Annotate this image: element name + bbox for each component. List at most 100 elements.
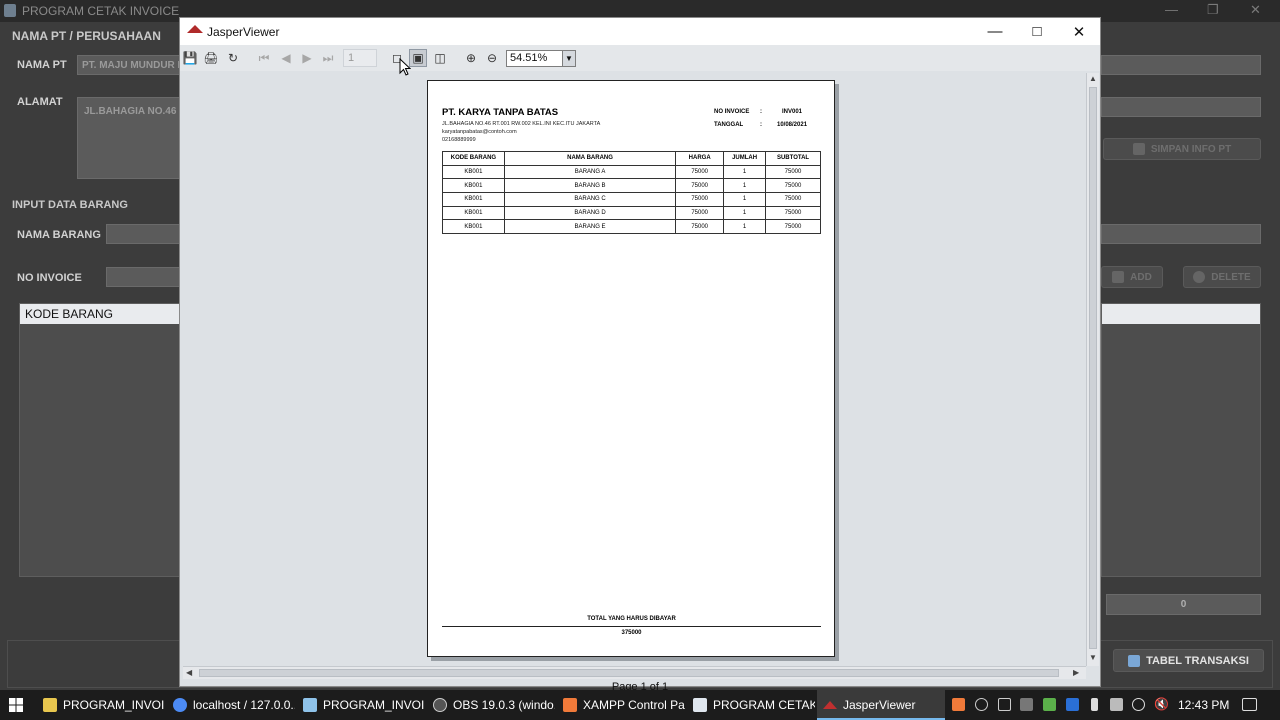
close-icon[interactable]: ✕ [1057,18,1101,45]
taskbar-item-jasperviewer[interactable]: JasperViewer [817,690,945,720]
taskbar-item-label: JasperViewer [843,698,916,712]
cell-name: BARANG E [503,219,677,235]
start-button[interactable] [0,690,32,720]
items-table-header-code[interactable]: KODE BARANG [20,304,179,324]
table-row: KB001 BARANG A 75000 1 75000 [442,164,821,180]
bg-restore-icon[interactable]: ❐ [1207,2,1219,18]
taskbar-item-xampp[interactable]: XAMPP Control Pa... [557,690,685,720]
next-page-icon[interactable]: ▶ [298,49,316,67]
taskbar-item-netbeans[interactable]: PROGRAM_INVOIC... [297,690,425,720]
cell-subtotal: 75000 [765,178,821,194]
bg-minimize-icon[interactable]: — [1165,2,1178,17]
delete-button[interactable]: DELETE [1183,266,1261,288]
company-name-input[interactable]: PT. MAJU MUNDUR K [77,55,180,75]
obs-tray-icon[interactable] [975,698,988,711]
folder-icon [43,698,57,712]
horizontal-scrollbar[interactable]: ◀ ▶ [183,666,1086,679]
cell-subtotal: 75000 [765,205,821,221]
add-button[interactable]: ADD [1101,266,1163,288]
page-number-input[interactable]: 1 [343,49,377,67]
nvidia-tray-icon[interactable] [1043,698,1056,711]
add-button-label: ADD [1130,271,1152,283]
table-row: KB001 BARANG C 75000 1 75000 [442,192,821,207]
xampp-tray-icon[interactable] [952,698,965,711]
battery-tray-icon[interactable] [1110,698,1123,711]
zoom-in-icon[interactable]: ⊕ [462,49,480,67]
report-company-address: JL.BAHAGIA NO.46 RT.001 RW.002 KEL.INI K… [442,121,601,127]
taskbar-item-label: PROGRAM CETAK I... [713,698,815,712]
col-header-qty: JUMLAH [723,151,767,166]
table-row: KB001 BARANG E 75000 1 75000 [442,219,821,235]
mouse-cursor-icon [399,58,411,76]
invoice-no-value: INV001 [782,109,803,115]
notifications-icon[interactable] [1242,698,1257,711]
fit-width-icon[interactable]: ◫ [431,49,449,67]
address-textarea[interactable]: JL.BAHAGIA NO.46 [77,97,180,179]
cell-code: KB001 [442,205,505,221]
cell-qty: 1 [723,205,767,221]
cell-price: 75000 [675,178,725,194]
total-field[interactable]: 0 [1106,594,1261,615]
netbeans-icon [303,698,317,712]
reload-icon[interactable]: ↻ [224,49,242,67]
vertical-scroll-thumb[interactable] [1089,87,1097,649]
taskbar-item-obs[interactable]: OBS 19.0.3 (windo... [427,690,555,720]
horizontal-scroll-thumb[interactable] [199,669,1059,677]
cell-code: KB001 [442,192,505,207]
viewer-toolbar [180,45,1100,71]
taskbar-item-program-invoice-folder[interactable]: PROGRAM_INVOICE [37,690,165,720]
cell-price: 75000 [675,164,725,180]
last-page-icon[interactable]: ⏭ [319,49,337,67]
invoice-no-input[interactable] [106,267,180,287]
network-tray-icon[interactable] [1132,698,1145,711]
vertical-scrollbar[interactable]: ▲ ▼ [1086,73,1099,666]
usb-tray-icon[interactable] [998,698,1011,711]
save-report-icon[interactable]: 💾 [181,49,199,67]
xampp-icon [563,698,577,712]
clock[interactable]: 12:43 PM [1178,698,1229,712]
chevron-down-icon[interactable]: ▼ [562,51,575,66]
company-name-input-right[interactable] [1101,55,1261,75]
java-app-icon [4,4,16,17]
print-icon[interactable]: 🖨 [202,49,220,67]
maximize-icon[interactable]: □ [1015,18,1059,45]
table-row: KB001 BARANG D 75000 1 75000 [442,205,821,221]
save-info-button[interactable]: SIMPAN INFO PT [1103,138,1261,160]
zoom-select[interactable]: 54.51% ▼ [506,50,576,67]
cell-qty: 1 [723,164,767,180]
zoom-out-icon[interactable]: ⊖ [483,49,501,67]
items-table[interactable]: KODE BARANG [19,303,180,577]
first-page-icon[interactable]: ⏮ [255,49,273,67]
chrome-icon [173,698,187,712]
bluetooth-tray-icon[interactable] [1066,698,1079,711]
invoice-no-separator: : [760,109,762,115]
scroll-down-icon[interactable]: ▼ [1089,653,1097,662]
scroll-right-icon[interactable]: ▶ [1073,668,1079,677]
keyboard-tray-icon[interactable] [1020,698,1033,711]
cell-qty: 1 [723,192,767,207]
label-item-name: NAMA BARANG [17,229,101,241]
table-header-row: KODE BARANG NAMA BARANG HARGA JUMLAH SUB… [442,151,821,166]
item-name-input-right[interactable] [1101,224,1261,244]
total-value: 375000 [621,630,642,636]
taskbar-item-chrome[interactable]: localhost / 127.0.0.... [167,690,295,720]
taskbar-item-label: XAMPP Control Pa... [583,698,685,712]
bg-close-icon[interactable]: ✕ [1250,2,1261,18]
taskbar-item-program-cetak[interactable]: PROGRAM CETAK I... [687,690,815,720]
transaction-table-button[interactable]: TABEL TRANSAKSI [1113,649,1264,672]
date-separator: : [760,122,762,128]
item-name-input[interactable] [106,224,180,244]
items-table-right[interactable] [1101,303,1261,577]
total-divider [442,626,821,627]
scroll-up-icon[interactable]: ▲ [1089,74,1097,83]
address-input-right[interactable] [1101,97,1261,117]
previous-page-icon[interactable]: ◀ [277,49,295,67]
fit-page-icon[interactable]: ▣ [409,49,427,67]
microphone-tray-icon[interactable] [1091,698,1098,711]
volume-muted-icon[interactable]: 🔇 [1154,697,1169,711]
jasper-viewer-title: JasperViewer [207,25,280,39]
zoom-level: 54.51% [510,52,548,64]
scroll-left-icon[interactable]: ◀ [186,668,192,677]
minimize-icon[interactable]: — [973,18,1017,45]
report-viewport[interactable]: PT. KARYA TANPA BATAS JL.BAHAGIA NO.46 R… [183,73,1086,666]
